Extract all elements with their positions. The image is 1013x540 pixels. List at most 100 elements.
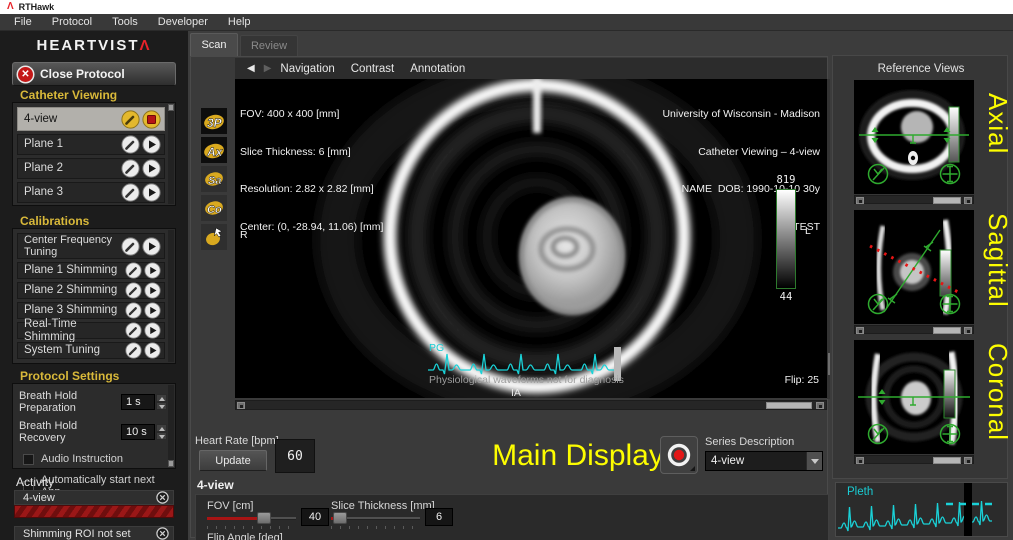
close-protocol-button[interactable]: ✕ Close Protocol xyxy=(12,62,176,86)
app-item-center-frequency-tuning[interactable]: Center Frequency Tuning xyxy=(17,233,165,259)
play-icon[interactable] xyxy=(142,183,161,202)
breath-hold-preparation-row: Breath Hold Preparation 1 s xyxy=(19,390,167,414)
play-icon[interactable] xyxy=(144,262,161,279)
next-arrow-button[interactable]: ▶ xyxy=(264,63,272,74)
app-item-4view[interactable]: 4-view xyxy=(17,107,165,131)
series-description-dropdown[interactable]: 4-view xyxy=(705,451,823,471)
slider-handle[interactable] xyxy=(257,512,271,524)
slice-thickness-value[interactable]: 6 xyxy=(425,508,453,526)
scroll-left-button[interactable] xyxy=(856,327,864,334)
scrollbar-thumb[interactable] xyxy=(933,327,961,334)
play-icon[interactable] xyxy=(144,342,161,359)
app-item-plane2-shimming[interactable]: Plane 2 Shimming xyxy=(17,282,165,299)
edit-icon[interactable] xyxy=(121,110,140,129)
menu-file[interactable]: File xyxy=(4,16,42,28)
edit-icon[interactable] xyxy=(125,302,142,319)
tab-scan[interactable]: Scan xyxy=(190,33,238,56)
update-button[interactable]: Update xyxy=(199,450,267,471)
stop-icon[interactable] xyxy=(142,110,161,129)
scrollbar-thumb[interactable] xyxy=(168,460,174,467)
slice-thickness-slider[interactable] xyxy=(331,512,420,524)
spinner-buttons[interactable] xyxy=(156,394,167,410)
record-button[interactable] xyxy=(660,436,698,474)
scroll-right-button[interactable] xyxy=(964,457,972,464)
activity-item-label: 4-view xyxy=(23,492,156,504)
heartvista-logo-accent: Λ xyxy=(140,37,152,54)
overlay-top-right: University of Wisconsin - Madison Cathet… xyxy=(662,83,820,258)
menu-contrast[interactable]: Contrast xyxy=(351,63,394,75)
app-item-label: Plane 2 xyxy=(24,162,119,175)
group-scrollbar[interactable] xyxy=(168,385,174,467)
breath-hold-preparation-input[interactable]: 1 s xyxy=(121,394,155,410)
play-icon[interactable] xyxy=(142,237,161,256)
scrollbar-thumb[interactable] xyxy=(766,402,812,409)
scrollbar-thumb[interactable] xyxy=(933,197,961,204)
prev-arrow-button[interactable]: ◀ xyxy=(247,63,255,74)
reference-view-axial[interactable] xyxy=(854,80,974,194)
group-scrollbar[interactable] xyxy=(168,230,174,362)
menu-annotation[interactable]: Annotation xyxy=(410,63,465,75)
scroll-left-button[interactable] xyxy=(856,197,864,204)
menu-help[interactable]: Help xyxy=(218,16,261,28)
app-item-plane1[interactable]: Plane 1 xyxy=(17,134,165,155)
app-item-plane1-shimming[interactable]: Plane 1 Shimming xyxy=(17,262,165,279)
main-image-viewport[interactable]: FOV: 400 x 400 [mm] Slice Thickness: 6 [… xyxy=(235,79,827,398)
fov-value[interactable]: 40 xyxy=(301,508,329,526)
scrollbar-thumb[interactable] xyxy=(168,104,174,111)
play-icon[interactable] xyxy=(144,282,161,299)
protocol-settings-group: Breath Hold Preparation 1 s Breath Hold … xyxy=(12,383,176,469)
axial-scrollbar[interactable] xyxy=(854,195,974,204)
edit-icon[interactable] xyxy=(121,135,140,154)
tab-review[interactable]: Review xyxy=(240,35,298,56)
heart-rate-label: Heart Rate [bpm] xyxy=(195,435,279,447)
interactive-tool-icon[interactable] xyxy=(201,224,227,250)
scroll-left-button[interactable] xyxy=(856,457,864,464)
edit-icon[interactable] xyxy=(125,282,142,299)
scroll-right-button[interactable] xyxy=(964,327,972,334)
edit-icon[interactable] xyxy=(121,159,140,178)
menu-tools[interactable]: Tools xyxy=(102,16,148,28)
slider-handle[interactable] xyxy=(333,512,347,524)
app-item-realtime-shimming[interactable]: Real-Time Shimming xyxy=(17,322,165,339)
edit-icon[interactable] xyxy=(125,342,142,359)
dropdown-arrow-button[interactable] xyxy=(806,452,822,470)
dismiss-icon[interactable] xyxy=(156,491,169,504)
image-horizontal-scrollbar[interactable] xyxy=(235,400,827,410)
play-icon[interactable] xyxy=(144,302,161,319)
axial-tool-icon[interactable]: Ax xyxy=(201,137,227,163)
dismiss-icon[interactable] xyxy=(156,527,169,540)
sagittal-tool-icon[interactable]: Sa xyxy=(201,166,227,192)
scroll-right-button[interactable] xyxy=(816,402,824,409)
heart-rate-input[interactable]: 60 xyxy=(275,439,315,473)
coronal-scrollbar[interactable] xyxy=(854,455,974,464)
sagittal-scrollbar[interactable] xyxy=(854,325,974,334)
play-icon[interactable] xyxy=(142,159,161,178)
edit-icon[interactable] xyxy=(125,322,142,339)
scroll-right-button[interactable] xyxy=(964,197,972,204)
app-item-plane2[interactable]: Plane 2 xyxy=(17,158,165,179)
spinner-buttons[interactable] xyxy=(156,424,167,440)
menu-navigation[interactable]: Navigation xyxy=(280,63,334,75)
app-item-plane3-shimming[interactable]: Plane 3 Shimming xyxy=(17,302,165,319)
scrollbar-thumb[interactable] xyxy=(933,457,961,464)
record-dropdown-arrow[interactable] xyxy=(690,466,695,471)
edit-icon[interactable] xyxy=(121,183,140,202)
play-icon[interactable] xyxy=(142,135,161,154)
menu-developer[interactable]: Developer xyxy=(148,16,218,28)
colorbar-min: 44 xyxy=(776,291,796,303)
reference-view-coronal[interactable] xyxy=(854,340,974,454)
play-icon[interactable] xyxy=(144,322,161,339)
reference-view-sagittal[interactable] xyxy=(854,210,974,324)
coronal-tool-icon[interactable]: Co xyxy=(201,195,227,221)
breath-hold-recovery-input[interactable]: 10 s xyxy=(121,424,155,440)
edit-icon[interactable] xyxy=(125,262,142,279)
three-plane-tool-icon[interactable]: 3P xyxy=(201,108,227,134)
scroll-left-button[interactable] xyxy=(237,402,245,409)
fov-slider[interactable] xyxy=(207,512,296,524)
edit-icon[interactable] xyxy=(121,237,140,256)
app-item-system-tuning[interactable]: System Tuning xyxy=(17,342,165,359)
app-item-plane3[interactable]: Plane 3 xyxy=(17,182,165,203)
group-scrollbar[interactable] xyxy=(168,104,174,204)
audio-instruction-checkbox[interactable] xyxy=(23,454,34,465)
menu-protocol[interactable]: Protocol xyxy=(42,16,102,28)
